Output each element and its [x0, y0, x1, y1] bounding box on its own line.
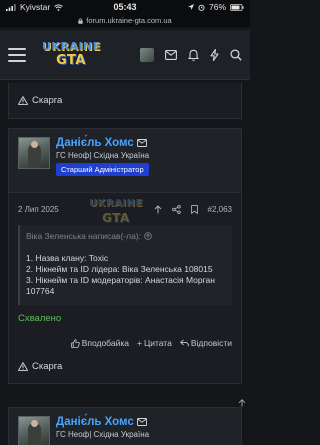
bookmark-icon[interactable]: [190, 204, 198, 214]
location-icon: [187, 4, 194, 10]
logo-text-bottom: GTA: [56, 52, 86, 68]
post-actions: Вподобайка + Цитата Відповісти: [9, 325, 241, 349]
report-label: Скарга: [32, 95, 63, 106]
quote-header[interactable]: Віка Зеленська написав(-ла):: [26, 229, 226, 243]
url-text: forum.ukraine-gta.com.ua: [86, 16, 172, 25]
carrier-label: Kyivstar: [20, 2, 51, 12]
quote-line: 3. Нікнейм та ID модераторів: Анастасія …: [26, 275, 215, 296]
message-icon[interactable]: [136, 418, 147, 426]
watermark-logo: UKRAINE GTA: [87, 195, 145, 231]
signal-icon: [6, 3, 16, 11]
author-avatar[interactable]: [18, 137, 50, 169]
approved-status: Схвалено: [18, 313, 62, 324]
battery-icon: [230, 3, 244, 11]
post: Даніє́ль Хомс ГС Неоф| Східна Україна Ст…: [8, 128, 242, 384]
bolt-icon[interactable]: [210, 48, 219, 61]
quote-button[interactable]: + Цитата: [137, 337, 172, 349]
reply-icon: [180, 339, 189, 347]
role-badge: Старший Адміністратор: [56, 163, 149, 176]
author-avatar[interactable]: [18, 416, 50, 445]
battery-percent: 76%: [208, 2, 226, 12]
quote-author: Віка Зеленська написав(-ла):: [26, 231, 141, 241]
watermark-text-bottom: GTA: [102, 211, 130, 225]
bell-icon[interactable]: [188, 49, 199, 61]
quote-line: 2. Нікнейм та ID лідера: Віка Зеленська …: [26, 264, 213, 274]
report-button[interactable]: Скарга: [8, 83, 242, 119]
warning-icon: [18, 96, 28, 105]
like-label: Вподобайка: [81, 338, 129, 348]
author-name-link[interactable]: Даніє́ль Хомс: [56, 416, 134, 428]
logo-text-top: UKRAINE: [42, 39, 101, 53]
quote-line: 1. Назва клану: Toxic: [26, 253, 109, 263]
scroll-top-icon[interactable]: [238, 399, 246, 407]
user-avatar[interactable]: [140, 47, 154, 62]
quote-body: 1. Назва клану: Toxic 2. Нікнейм та ID л…: [26, 253, 226, 297]
watermark-text-top: UKRAINE: [89, 198, 143, 209]
alarm-icon: [198, 4, 205, 11]
thumbs-up-icon: [70, 338, 80, 348]
lock-icon: [78, 17, 83, 24]
message-icon[interactable]: [136, 139, 147, 147]
site-header: UKRAINE GTA: [0, 30, 250, 80]
wifi-icon: [54, 3, 64, 11]
reply-label: Відповісти: [190, 338, 232, 348]
quote-jump-icon[interactable]: [144, 232, 152, 240]
upvote-arrow-icon[interactable]: [154, 204, 162, 214]
share-icon[interactable]: [171, 204, 181, 214]
post-author-header: Даніє́ль Хомс ГС Неоф| Східна Україна: [9, 408, 241, 445]
quote-label: Цитата: [143, 338, 172, 348]
quote-block: Віка Зеленська написав(-ла): 1. Назва кл…: [18, 225, 232, 305]
next-post: Даніє́ль Хомс ГС Неоф| Східна Україна: [8, 407, 242, 445]
search-icon[interactable]: [230, 48, 242, 61]
menu-icon[interactable]: [8, 47, 26, 62]
site-logo[interactable]: UKRAINE GTA: [42, 37, 100, 73]
warning-icon: [18, 361, 28, 371]
post-number-link[interactable]: #2,063: [208, 205, 232, 214]
status-bar: Kyivstar 05:43 76%: [0, 0, 250, 14]
plus-icon: +: [136, 338, 142, 348]
like-button[interactable]: Вподобайка: [70, 337, 129, 349]
address-bar[interactable]: forum.ukraine-gta.com.ua: [0, 14, 250, 27]
reply-button[interactable]: Відповісти: [180, 337, 232, 349]
report-button[interactable]: Скарга: [9, 349, 241, 383]
author-name-link[interactable]: Даніє́ль Хомс: [56, 137, 134, 149]
author-title: ГС Неоф| Східна Україна: [56, 430, 150, 439]
post-author-header: Даніє́ль Хомс ГС Неоф| Східна Україна Ст…: [9, 129, 241, 193]
mail-icon[interactable]: [165, 49, 177, 60]
report-label: Скарга: [32, 360, 63, 372]
author-title: ГС Неоф| Східна Україна: [56, 151, 150, 160]
